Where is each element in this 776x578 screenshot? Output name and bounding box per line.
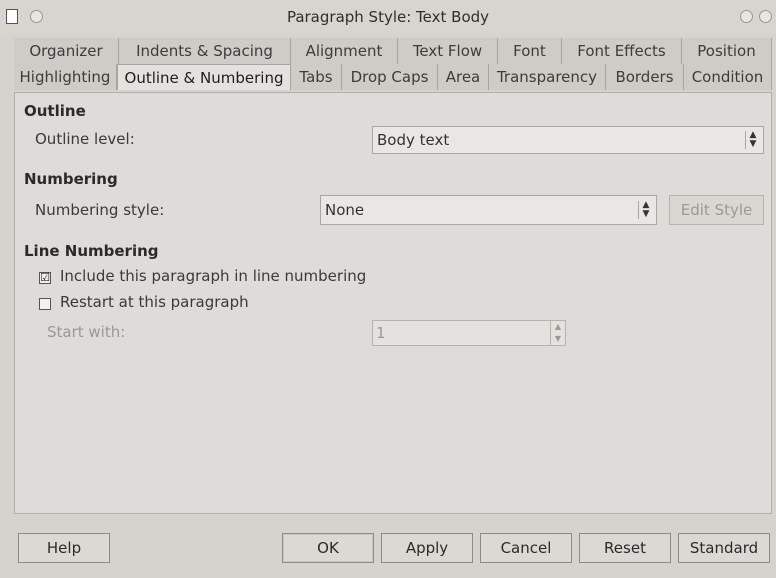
numbering-style-label: Numbering style: (35, 201, 165, 219)
tab-position[interactable]: Position (682, 38, 772, 64)
reset-button[interactable]: Reset (579, 533, 671, 563)
tab-borders[interactable]: Borders (606, 64, 684, 90)
tab-highlighting[interactable]: Highlighting (14, 64, 117, 90)
minimize-icon[interactable] (740, 10, 753, 23)
tab-font[interactable]: Font (498, 38, 562, 64)
start-with-label: Start with: (47, 323, 126, 341)
tab-tabs[interactable]: Tabs (291, 64, 342, 90)
tab-condition[interactable]: Condition (684, 64, 772, 90)
tab-alignment[interactable]: Alignment (291, 38, 398, 64)
numbering-style-select[interactable]: None ▲ ▼ (320, 195, 657, 225)
tab-transparency[interactable]: Transparency (489, 64, 606, 90)
restart-at-paragraph-checkbox[interactable] (39, 298, 51, 310)
tab-row-2: Highlighting Outline & Numbering Tabs Dr… (14, 64, 772, 90)
outline-heading: Outline (24, 102, 86, 120)
title-bar: Paragraph Style: Text Body (0, 0, 776, 34)
tab-indents-spacing[interactable]: Indents & Spacing (119, 38, 291, 64)
numbering-style-value: None (325, 201, 365, 219)
tab-drop-caps[interactable]: Drop Caps (342, 64, 438, 90)
cancel-button[interactable]: Cancel (480, 533, 572, 563)
spin-arrows-icon: ▲ ▼ (550, 321, 565, 345)
close-icon[interactable] (759, 10, 772, 23)
outline-level-value: Body text (377, 131, 450, 149)
outline-level-label: Outline level: (35, 130, 135, 148)
tab-outline-numbering[interactable]: Outline & Numbering (117, 64, 291, 90)
edit-style-button[interactable]: Edit Style (669, 195, 764, 225)
tab-area[interactable]: Area (438, 64, 489, 90)
standard-button[interactable]: Standard (678, 533, 770, 563)
help-button[interactable]: Help (18, 533, 110, 563)
window-title: Paragraph Style: Text Body (286, 8, 490, 26)
tab-row-1: Organizer Indents & Spacing Alignment Te… (14, 38, 772, 64)
tab-organizer[interactable]: Organizer (14, 38, 119, 64)
start-with-spinbox[interactable]: 1 ▲ ▼ (372, 320, 566, 346)
tab-font-effects[interactable]: Font Effects (562, 38, 682, 64)
include-line-numbering-checkbox[interactable]: ☑ (39, 272, 51, 284)
ok-button[interactable]: OK (282, 533, 374, 563)
spin-arrows-icon: ▲ ▼ (638, 201, 653, 219)
restart-at-paragraph-label: Restart at this paragraph (60, 293, 249, 311)
include-line-numbering-label: Include this paragraph in line numbering (60, 267, 367, 285)
apply-button[interactable]: Apply (381, 533, 473, 563)
numbering-heading: Numbering (24, 170, 118, 188)
start-with-value: 1 (376, 324, 386, 342)
tab-text-flow[interactable]: Text Flow (398, 38, 498, 64)
outline-level-select[interactable]: Body text ▲ ▼ (372, 126, 764, 154)
line-numbering-heading: Line Numbering (24, 242, 159, 260)
spin-arrows-icon: ▲ ▼ (745, 131, 760, 149)
